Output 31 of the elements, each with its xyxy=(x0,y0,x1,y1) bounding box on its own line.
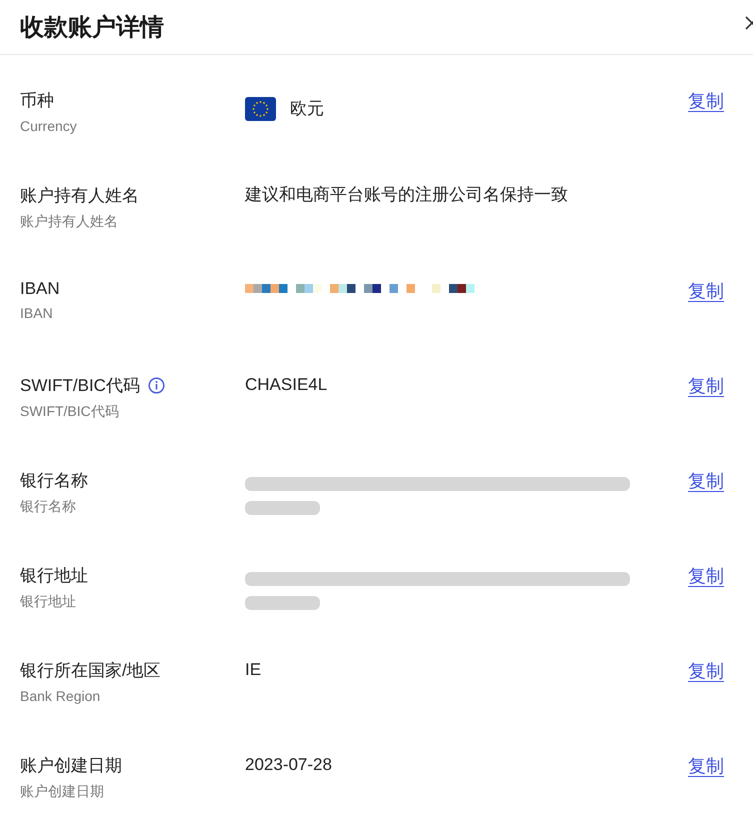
field-sublabel: 账户持有人姓名 xyxy=(20,213,119,231)
field-sublabel: 银行名称 xyxy=(20,498,77,516)
field-label: 币种 xyxy=(20,90,54,112)
currency-value: 欧元 xyxy=(290,98,324,120)
field-sublabel: 银行地址 xyxy=(20,593,77,611)
info-icon[interactable] xyxy=(148,377,165,394)
copy-link[interactable]: 复制 xyxy=(688,566,724,586)
field-label: 银行所在国家/地区 xyxy=(20,660,161,682)
field-value: CHASIE4L xyxy=(245,374,328,396)
copy-link[interactable]: 复制 xyxy=(688,91,724,111)
field-label: 银行地址 xyxy=(20,565,88,587)
field-sublabel: Currency xyxy=(20,118,78,134)
field-label: IBAN xyxy=(20,279,60,299)
copy-link[interactable]: 复制 xyxy=(688,471,724,491)
copy-link[interactable]: 复制 xyxy=(688,376,724,396)
dialog-title: 收款账户详情 xyxy=(20,13,164,43)
copy-link[interactable]: 复制 xyxy=(688,281,724,301)
field-sublabel: Bank Region xyxy=(20,688,102,704)
field-sublabel: SWIFT/BIC代码 xyxy=(20,403,120,421)
field-value: 2023-07-28 xyxy=(245,754,332,776)
eu-flag-icon xyxy=(245,97,276,121)
field-sublabel: 账户创建日期 xyxy=(20,783,105,801)
copy-link[interactable]: 复制 xyxy=(688,756,724,776)
field-label: 账户创建日期 xyxy=(20,755,122,777)
field-sublabel: IBAN xyxy=(20,305,54,321)
field-label: 账户持有人姓名 xyxy=(20,185,139,207)
field-value: 建议和电商平台账号的注册公司名保持一致 xyxy=(245,184,568,206)
field-label: SWIFT/BIC代码 xyxy=(20,375,140,397)
field-label: 银行名称 xyxy=(20,470,88,492)
field-value: IE xyxy=(245,659,262,681)
copy-link[interactable]: 复制 xyxy=(688,661,724,681)
